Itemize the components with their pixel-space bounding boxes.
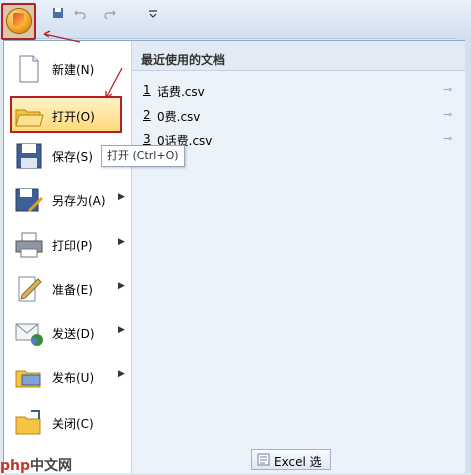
- menu-item-label: 发布(U): [52, 371, 95, 385]
- submenu-arrow-icon: ▶: [118, 237, 125, 247]
- menu-item-label: 准备(E): [52, 283, 93, 297]
- menu-item-label: 关闭(C): [52, 417, 94, 431]
- close-folder-icon: [15, 410, 41, 435]
- submenu-arrow-icon: ▶: [118, 325, 125, 335]
- menu-item-publish[interactable]: 发布(U) ▶: [10, 357, 128, 397]
- menu-item-send[interactable]: 发送(D) ▶: [10, 313, 128, 353]
- watermark-logo: php: [0, 458, 31, 474]
- recent-document-item[interactable]: 3 0话费.csv ⊸: [143, 130, 452, 150]
- menu-item-label: 打开(O): [52, 110, 95, 124]
- printer-icon: [15, 232, 43, 258]
- redo-icon[interactable]: [104, 7, 116, 19]
- prepare-pencil-icon: [18, 276, 42, 302]
- menu-item-save-as[interactable]: 另存为(A) ▶: [10, 180, 128, 220]
- menu-item-print[interactable]: 打印(P) ▶: [10, 225, 128, 265]
- pin-icon[interactable]: ⊸: [443, 83, 455, 96]
- options-icon: [257, 453, 270, 466]
- recent-item-name: 0费.csv: [157, 110, 201, 124]
- pin-icon[interactable]: ⊸: [443, 108, 455, 121]
- undo-icon[interactable]: [74, 7, 86, 19]
- menu-item-label: 发送(D): [52, 327, 95, 341]
- pin-icon[interactable]: ⊸: [443, 132, 455, 145]
- menu-item-prepare[interactable]: 准备(E) ▶: [10, 269, 128, 309]
- excel-options-label: Excel 选: [274, 455, 322, 469]
- customize-toolbar-icon[interactable]: [147, 7, 159, 19]
- recent-documents-title: 最近使用的文档: [141, 53, 226, 67]
- watermark-text: 中文网: [30, 458, 73, 474]
- recent-item-number: 1: [143, 83, 151, 97]
- recent-document-item[interactable]: 2 0费.csv ⊸: [143, 106, 452, 126]
- menu-item-label: 保存(S): [52, 150, 93, 164]
- save-as-icon: [15, 188, 43, 212]
- office-button[interactable]: [1, 3, 36, 40]
- watermark: php中文网: [0, 455, 72, 475]
- excel-options-button[interactable]: Excel 选: [251, 449, 331, 470]
- office-logo-icon: [13, 13, 24, 26]
- menu-item-label: 新建(N): [52, 63, 95, 77]
- recent-item-name: 话费.csv: [157, 85, 205, 99]
- recent-item-number: 3: [143, 132, 151, 146]
- send-envelope-icon: [15, 323, 43, 346]
- menu-item-label: 打印(P): [52, 239, 93, 253]
- submenu-arrow-icon: ▶: [118, 192, 125, 202]
- recent-item-number: 2: [143, 108, 151, 122]
- submenu-arrow-icon: ▶: [118, 369, 125, 379]
- publish-folder-icon: [15, 370, 41, 388]
- open-tooltip: 打开 (Ctrl+O): [101, 145, 185, 167]
- annotation-arrow: [105, 67, 123, 99]
- menu-item-label: 另存为(A): [52, 194, 106, 208]
- save-disk-icon: [16, 143, 42, 169]
- submenu-arrow-icon: ▶: [118, 281, 125, 291]
- recent-document-item[interactable]: 1 话费.csv ⊸: [143, 81, 452, 101]
- save-icon[interactable]: [52, 7, 64, 19]
- menu-item-close[interactable]: 关闭(C): [10, 403, 128, 443]
- new-document-icon: [19, 55, 39, 83]
- annotation-arrow: [43, 30, 81, 43]
- open-folder-icon: [15, 109, 44, 127]
